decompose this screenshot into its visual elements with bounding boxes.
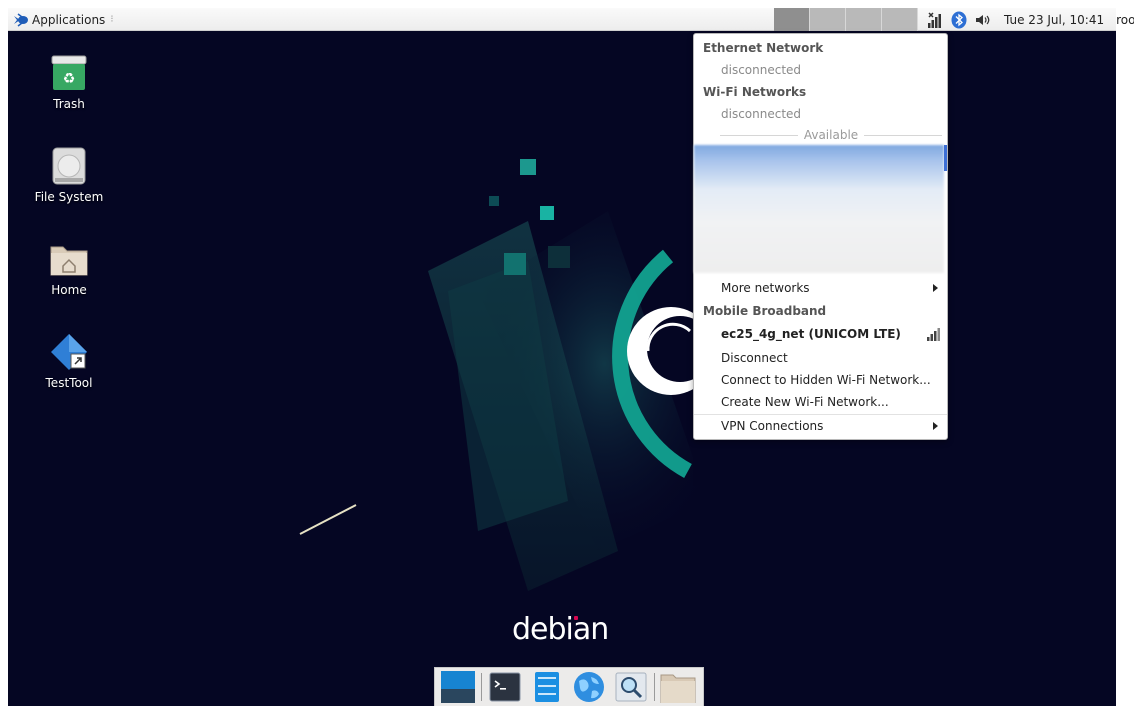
applications-label: Applications	[32, 12, 106, 27]
dock-separator	[654, 673, 655, 701]
clock[interactable]: Tue 23 Jul, 10:41	[1004, 13, 1104, 27]
folder-icon	[660, 674, 696, 703]
desktop-icon-testtool[interactable]: TestTool	[21, 332, 117, 390]
available-separator: Available	[720, 127, 943, 143]
vpn-connections-item[interactable]: VPN Connections	[694, 415, 947, 437]
trash-icon: ♻	[51, 55, 87, 90]
desktop-icon-label: Trash	[53, 97, 85, 111]
debian-wordmark: debian	[512, 612, 609, 647]
desktop[interactable]	[8, 31, 1116, 706]
network-tray-icon[interactable]	[926, 11, 944, 29]
desktop-icon-label: TestTool	[45, 376, 93, 390]
submenu-arrow-icon	[933, 422, 938, 430]
workspace-1[interactable]	[774, 8, 810, 31]
desktop-icon-label: File System	[34, 190, 104, 204]
top-panel: Applications ⁝ Tue 23 Jul, 10:41 roo	[8, 8, 1134, 31]
workspace-2[interactable]	[810, 8, 846, 31]
desktop-icon-trash[interactable]: ♻ Trash	[21, 53, 117, 111]
create-new-wifi-item[interactable]: Create New Wi-Fi Network...	[694, 391, 947, 413]
wifi-status: disconnected	[721, 107, 802, 121]
workspace-switcher	[774, 8, 918, 31]
available-label: Available	[803, 128, 859, 142]
separator-line	[720, 134, 798, 136]
show-desktop-icon	[441, 671, 475, 703]
dock-app-finder[interactable]	[612, 670, 650, 704]
bluetooth-icon	[951, 11, 967, 28]
globe-icon	[574, 672, 604, 702]
signal-strength-icon	[927, 328, 940, 341]
dock	[434, 667, 704, 706]
network-menu: Ethernet Network disconnected Wi-Fi Netw…	[693, 33, 948, 440]
svg-text:♻: ♻	[63, 71, 76, 87]
xfce-mouse-icon	[14, 12, 28, 27]
dock-file-manager[interactable]	[528, 670, 566, 704]
vpn-connections-label: VPN Connections	[721, 419, 824, 433]
workspace-3[interactable]	[846, 8, 882, 31]
more-networks-item[interactable]: More networks	[694, 277, 947, 299]
debian-dot	[574, 616, 578, 620]
testtool-icon	[51, 334, 87, 370]
ethernet-status: disconnected	[721, 63, 802, 77]
home-folder-icon	[50, 246, 88, 276]
volume-icon	[976, 14, 990, 25]
submenu-arrow-icon	[933, 284, 938, 292]
desktop-icon-file-system[interactable]: File System	[21, 146, 117, 204]
mobile-connection-label: ec25_4g_net (UNICOM LTE)	[721, 327, 901, 341]
volume-tray-icon[interactable]	[974, 11, 992, 29]
wifi-section-header: Wi-Fi Networks	[703, 85, 807, 99]
panel-handle: ⁝	[110, 14, 114, 25]
dock-show-desktop[interactable]	[439, 670, 477, 704]
system-tray: Tue 23 Jul, 10:41 root	[926, 8, 1134, 31]
disconnect-item[interactable]: Disconnect	[694, 347, 947, 369]
search-icon	[615, 672, 647, 702]
drive-icon	[52, 147, 86, 185]
user-menu[interactable]: root	[1116, 13, 1134, 27]
desktop-icon-home[interactable]: Home	[21, 239, 117, 297]
ethernet-section-header: Ethernet Network	[703, 41, 824, 55]
connect-hidden-wifi-item[interactable]: Connect to Hidden Wi-Fi Network...	[694, 369, 947, 391]
file-manager-icon	[535, 672, 559, 702]
bluetooth-tray-icon[interactable]	[950, 11, 968, 29]
applications-menu-button[interactable]: Applications ⁝	[10, 10, 117, 29]
separator-line	[864, 134, 943, 136]
dock-separator	[481, 673, 482, 701]
dock-web-browser[interactable]	[570, 670, 608, 704]
workspace-4[interactable]	[882, 8, 918, 31]
wifi-list-scrollbar[interactable]	[944, 145, 947, 171]
debian-wallpaper	[299, 159, 813, 591]
more-networks-label: More networks	[721, 281, 810, 295]
terminal-icon	[489, 672, 521, 702]
wifi-network-list-redacted[interactable]	[694, 145, 944, 273]
dock-terminal[interactable]	[486, 670, 524, 704]
desktop-icon-label: Home	[51, 283, 87, 297]
mobile-connection-item[interactable]: ec25_4g_net (UNICOM LTE)	[694, 323, 947, 345]
network-signal-icon	[928, 11, 941, 28]
dock-home-folder[interactable]	[659, 670, 697, 704]
mobile-broadband-header: Mobile Broadband	[703, 304, 827, 318]
